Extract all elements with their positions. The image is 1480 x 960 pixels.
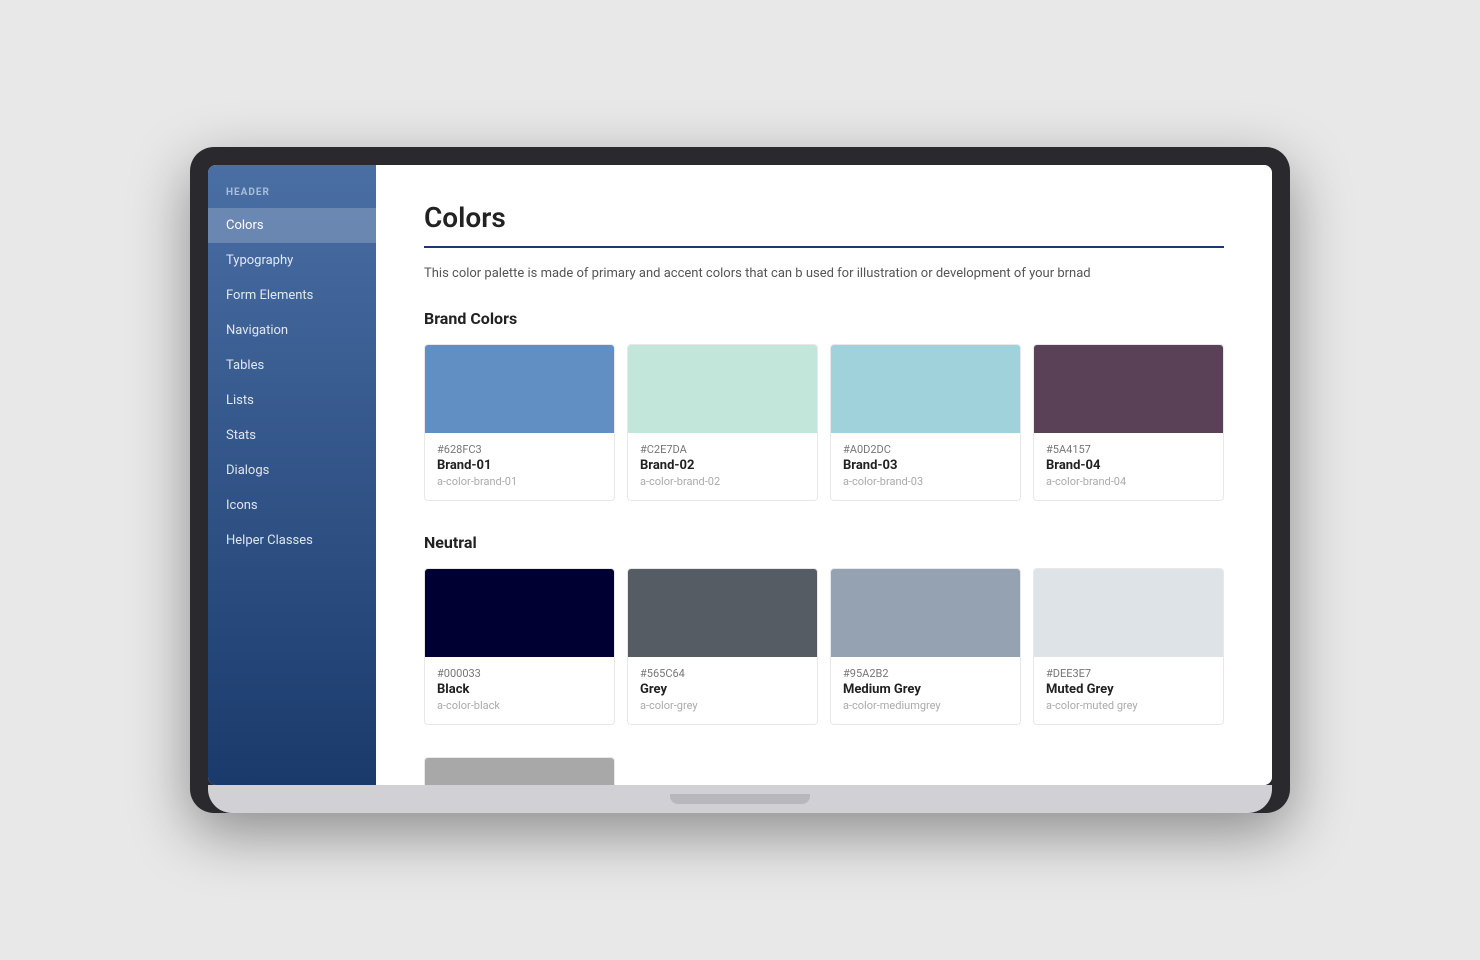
- color-hex-black: #000033: [437, 667, 602, 680]
- color-name-brand-03: Brand-03: [843, 458, 1008, 473]
- color-hex-brand-01: #628FC3: [437, 443, 602, 456]
- color-card-medium-grey: #95A2B2 Medium Grey a-color-mediumgrey: [830, 568, 1021, 725]
- color-name-brand-01: Brand-01: [437, 458, 602, 473]
- neutral-color-grid: #000033 Black a-color-black #565C64 Grey…: [424, 568, 1224, 725]
- sidebar-item-tables[interactable]: Tables: [208, 348, 376, 383]
- sidebar-item-helper-classes[interactable]: Helper Classes: [208, 523, 376, 558]
- color-info-medium-grey: #95A2B2 Medium Grey a-color-mediumgrey: [831, 657, 1020, 724]
- color-hex-brand-02: #C2E7DA: [640, 443, 805, 456]
- laptop-screen: HEADER Colors Typography Form Elements N…: [208, 165, 1272, 785]
- color-name-muted-grey: Muted Grey: [1046, 682, 1211, 697]
- color-card-extra: [424, 757, 615, 785]
- color-info-black: #000033 Black a-color-black: [425, 657, 614, 724]
- brand-section-title: Brand Colors: [424, 309, 1224, 328]
- brand-color-grid: #628FC3 Brand-01 a-color-brand-01 #C2E7D…: [424, 344, 1224, 501]
- color-swatch-muted-grey: [1034, 569, 1223, 657]
- sidebar-item-typography[interactable]: Typography: [208, 243, 376, 278]
- color-card-black: #000033 Black a-color-black: [424, 568, 615, 725]
- color-swatch-brand-02: [628, 345, 817, 433]
- color-info-brand-01: #628FC3 Brand-01 a-color-brand-01: [425, 433, 614, 500]
- main-content: Colors This color palette is made of pri…: [376, 165, 1272, 785]
- color-card-brand-04: #5A4157 Brand-04 a-color-brand-04: [1033, 344, 1224, 501]
- neutral-section-title: Neutral: [424, 533, 1224, 552]
- sidebar-item-dialogs[interactable]: Dialogs: [208, 453, 376, 488]
- color-hex-brand-04: #5A4157: [1046, 443, 1211, 456]
- page-description: This color palette is made of primary an…: [424, 266, 1224, 281]
- sidebar-item-colors[interactable]: Colors: [208, 208, 376, 243]
- color-swatch-brand-03: [831, 345, 1020, 433]
- color-info-brand-04: #5A4157 Brand-04 a-color-brand-04: [1034, 433, 1223, 500]
- sidebar-item-icons[interactable]: Icons: [208, 488, 376, 523]
- color-info-muted-grey: #DEE3E7 Muted Grey a-color-muted grey: [1034, 657, 1223, 724]
- color-card-brand-03: #A0D2DC Brand-03 a-color-brand-03: [830, 344, 1021, 501]
- color-swatch-extra: [425, 758, 614, 785]
- sidebar-section-header: HEADER: [208, 165, 376, 208]
- color-card-brand-02: #C2E7DA Brand-02 a-color-brand-02: [627, 344, 818, 501]
- color-info-brand-03: #A0D2DC Brand-03 a-color-brand-03: [831, 433, 1020, 500]
- laptop-notch: [670, 794, 810, 804]
- color-card-brand-01: #628FC3 Brand-01 a-color-brand-01: [424, 344, 615, 501]
- color-name-grey: Grey: [640, 682, 805, 697]
- color-class-medium-grey: a-color-mediumgrey: [843, 699, 1008, 712]
- color-name-brand-02: Brand-02: [640, 458, 805, 473]
- color-card-grey: #565C64 Grey a-color-grey: [627, 568, 818, 725]
- color-class-brand-01: a-color-brand-01: [437, 475, 602, 488]
- color-hex-medium-grey: #95A2B2: [843, 667, 1008, 680]
- sidebar-item-stats[interactable]: Stats: [208, 418, 376, 453]
- color-name-medium-grey: Medium Grey: [843, 682, 1008, 697]
- color-class-black: a-color-black: [437, 699, 602, 712]
- sidebar-item-navigation[interactable]: Navigation: [208, 313, 376, 348]
- color-name-brand-04: Brand-04: [1046, 458, 1211, 473]
- page-divider: [424, 246, 1224, 248]
- color-hex-muted-grey: #DEE3E7: [1046, 667, 1211, 680]
- color-swatch-brand-04: [1034, 345, 1223, 433]
- color-class-brand-04: a-color-brand-04: [1046, 475, 1211, 488]
- page-title: Colors: [424, 201, 1224, 234]
- color-name-black: Black: [437, 682, 602, 697]
- laptop-base: [208, 785, 1272, 813]
- color-swatch-grey: [628, 569, 817, 657]
- color-class-brand-02: a-color-brand-02: [640, 475, 805, 488]
- color-info-grey: #565C64 Grey a-color-grey: [628, 657, 817, 724]
- color-class-grey: a-color-grey: [640, 699, 805, 712]
- color-swatch-brand-01: [425, 345, 614, 433]
- color-hex-brand-03: #A0D2DC: [843, 443, 1008, 456]
- sidebar-item-lists[interactable]: Lists: [208, 383, 376, 418]
- color-class-muted-grey: a-color-muted grey: [1046, 699, 1211, 712]
- sidebar: HEADER Colors Typography Form Elements N…: [208, 165, 376, 785]
- laptop-frame: HEADER Colors Typography Form Elements N…: [190, 147, 1290, 813]
- color-hex-grey: #565C64: [640, 667, 805, 680]
- color-info-brand-02: #C2E7DA Brand-02 a-color-brand-02: [628, 433, 817, 500]
- color-class-brand-03: a-color-brand-03: [843, 475, 1008, 488]
- color-swatch-black: [425, 569, 614, 657]
- color-swatch-medium-grey: [831, 569, 1020, 657]
- sidebar-item-form-elements[interactable]: Form Elements: [208, 278, 376, 313]
- color-card-muted-grey: #DEE3E7 Muted Grey a-color-muted grey: [1033, 568, 1224, 725]
